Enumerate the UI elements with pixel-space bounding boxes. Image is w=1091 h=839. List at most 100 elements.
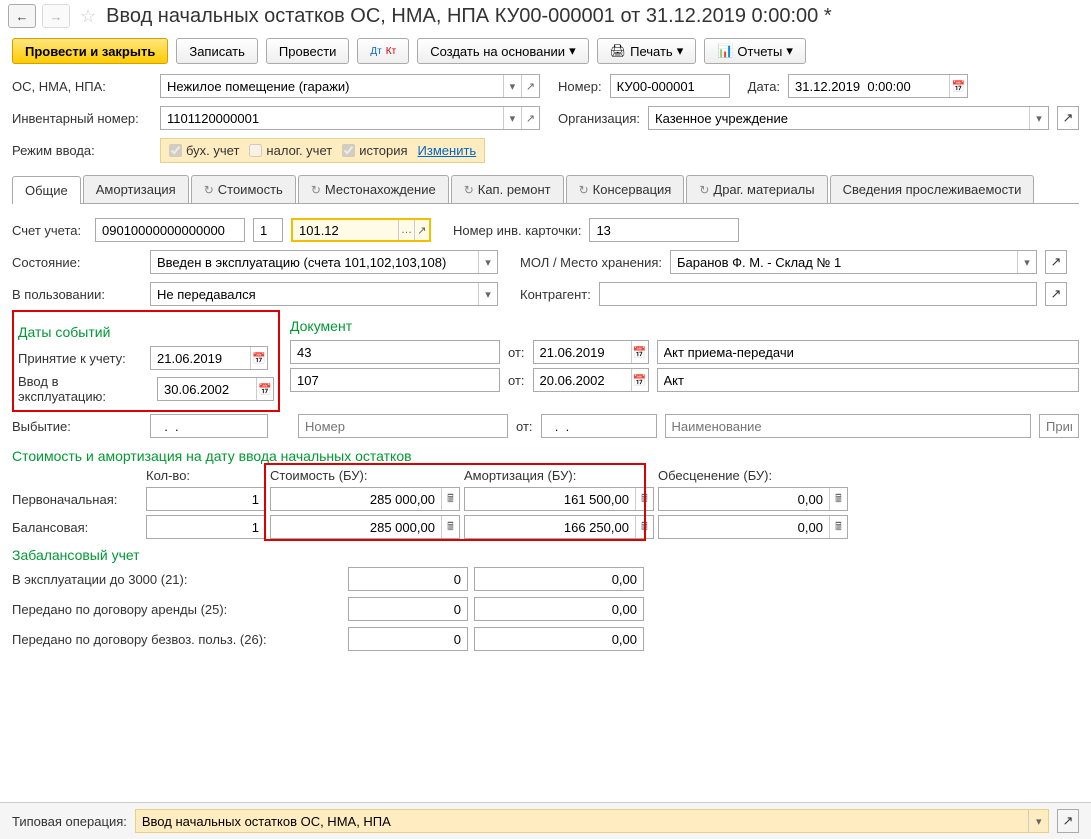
dtkt-button[interactable]: ДтКт: [357, 38, 409, 64]
org-input[interactable]: ▾: [648, 106, 1049, 130]
inv-label: Инвентарный номер:: [12, 111, 152, 126]
tab-conservation[interactable]: ↻Консервация: [566, 175, 685, 203]
calendar-icon[interactable]: 📅: [949, 75, 967, 97]
mode-hist-checkbox[interactable]: история: [342, 143, 407, 158]
mol-input[interactable]: ▾: [670, 250, 1037, 274]
calc-icon[interactable]: 🖩: [635, 516, 653, 538]
offbal-row2-val[interactable]: [474, 597, 644, 621]
cost-section-title: Стоимость и амортизация на дату ввода на…: [12, 448, 1079, 464]
doc1-name-input[interactable]: [657, 340, 1079, 364]
offbal-row2-label: Передано по договору аренды (25):: [12, 602, 342, 617]
doc3-name-input[interactable]: [665, 414, 1031, 438]
inv-input[interactable]: ▾↗: [160, 106, 540, 130]
back-button[interactable]: ←: [8, 4, 36, 28]
tab-location[interactable]: ↻Местонахождение: [298, 175, 449, 203]
tab-amortization[interactable]: Амортизация: [83, 175, 189, 203]
open-icon[interactable]: ↗: [1057, 809, 1079, 833]
mode-label: Режим ввода:: [12, 143, 152, 158]
calendar-icon[interactable]: 📅: [256, 378, 273, 400]
tab-kapremont[interactable]: ↻Кап. ремонт: [451, 175, 564, 203]
impair1-input[interactable]: 🖩: [658, 487, 848, 511]
post-button[interactable]: Провести: [266, 38, 350, 64]
account-code-input[interactable]: …↗: [291, 218, 431, 242]
offbal-row2-qty[interactable]: [348, 597, 468, 621]
tab-cost[interactable]: ↻Стоимость: [191, 175, 296, 203]
date-input[interactable]: 📅: [788, 74, 968, 98]
qty1-input[interactable]: [146, 487, 266, 511]
history-icon: ↻: [579, 183, 589, 197]
card-input[interactable]: [589, 218, 739, 242]
accept-date-input[interactable]: 📅: [150, 346, 268, 370]
amort1-input[interactable]: 🖩: [464, 487, 654, 511]
doc2-name-input[interactable]: [657, 368, 1079, 392]
qty2-input[interactable]: [146, 515, 266, 539]
doc1-date-input[interactable]: 📅: [533, 340, 649, 364]
doc2-date-input[interactable]: 📅: [533, 368, 649, 392]
amort2-input[interactable]: 🖩: [464, 515, 654, 539]
disposal-date-input[interactable]: [150, 414, 268, 438]
create-based-button[interactable]: Создать на основании ▾: [417, 38, 588, 64]
calc-icon[interactable]: 🖩: [829, 488, 847, 510]
star-icon[interactable]: ☆: [80, 6, 96, 27]
open-icon[interactable]: ↗: [414, 220, 429, 240]
offbal-row1-qty[interactable]: [348, 567, 468, 591]
doc1-num-input[interactable]: [290, 340, 500, 364]
calendar-icon[interactable]: 📅: [631, 341, 648, 363]
calc-icon[interactable]: 🖩: [635, 488, 653, 510]
calc-icon[interactable]: 🖩: [441, 488, 459, 510]
tab-general[interactable]: Общие: [12, 176, 81, 204]
number-input[interactable]: [610, 74, 730, 98]
calc-icon[interactable]: 🖩: [829, 516, 847, 538]
state-input[interactable]: ▾: [150, 250, 498, 274]
dropdown-icon[interactable]: ▾: [1028, 810, 1048, 832]
open-icon[interactable]: ↗: [521, 75, 539, 97]
cost1-input[interactable]: 🖩: [270, 487, 460, 511]
tab-trace[interactable]: Сведения прослеживаемости: [830, 175, 1035, 203]
doc2-num-input[interactable]: [290, 368, 500, 392]
doc3-num-input[interactable]: [298, 414, 508, 438]
dropdown-icon: ▾: [569, 43, 576, 59]
history-icon: ↻: [204, 183, 214, 197]
reports-button[interactable]: 📊 Отчеты ▾: [704, 38, 806, 64]
calc-icon[interactable]: 🖩: [441, 516, 459, 538]
dropdown-icon[interactable]: ▾: [478, 251, 497, 273]
account-sub-input[interactable]: [253, 218, 283, 242]
footer-input[interactable]: ▾: [135, 809, 1049, 833]
tab-dragmat[interactable]: ↻Драг. материалы: [686, 175, 827, 203]
forward-button[interactable]: →: [42, 4, 70, 28]
cost2-input[interactable]: 🖩: [270, 515, 460, 539]
offbal-row1-val[interactable]: [474, 567, 644, 591]
dropdown-icon[interactable]: ▾: [1017, 251, 1036, 273]
doc3-date-input[interactable]: [541, 414, 657, 438]
dropdown-icon[interactable]: ▾: [503, 75, 521, 97]
os-input[interactable]: ▾↗: [160, 74, 540, 98]
dropdown-icon[interactable]: ▾: [478, 283, 497, 305]
print-button[interactable]: 🖨 Печать ▾: [597, 38, 697, 64]
offbal-row3-val[interactable]: [474, 627, 644, 651]
impair2-input[interactable]: 🖩: [658, 515, 848, 539]
calendar-icon[interactable]: 📅: [250, 347, 267, 369]
doc3-order-input[interactable]: [1039, 414, 1079, 438]
dropdown-icon: ▾: [786, 43, 793, 59]
mode-buh-checkbox[interactable]: бух. учет: [169, 143, 239, 158]
mode-change-link[interactable]: Изменить: [418, 143, 477, 158]
mode-nalog-checkbox[interactable]: налог. учет: [249, 143, 332, 158]
post-close-button[interactable]: Провести и закрыть: [12, 38, 168, 64]
mol-label: МОЛ / Место хранения:: [520, 255, 662, 270]
open-icon[interactable]: ↗: [1045, 250, 1067, 274]
account-input[interactable]: [95, 218, 245, 242]
offbal-row3-qty[interactable]: [348, 627, 468, 651]
state-label: Состояние:: [12, 255, 142, 270]
dropdown-icon[interactable]: ▾: [503, 107, 521, 129]
contr-input[interactable]: [599, 282, 1037, 306]
open-icon[interactable]: ↗: [1057, 106, 1079, 130]
open-icon[interactable]: ↗: [521, 107, 539, 129]
dropdown-icon[interactable]: ▾: [1029, 107, 1048, 129]
open-icon[interactable]: ↗: [1045, 282, 1067, 306]
calendar-icon[interactable]: 📅: [631, 369, 648, 391]
expl-date-input[interactable]: 📅: [157, 377, 274, 401]
save-button[interactable]: Записать: [176, 38, 258, 64]
inuse-label: В пользовании:: [12, 287, 142, 302]
ellipsis-icon[interactable]: …: [398, 220, 413, 240]
inuse-input[interactable]: ▾: [150, 282, 498, 306]
